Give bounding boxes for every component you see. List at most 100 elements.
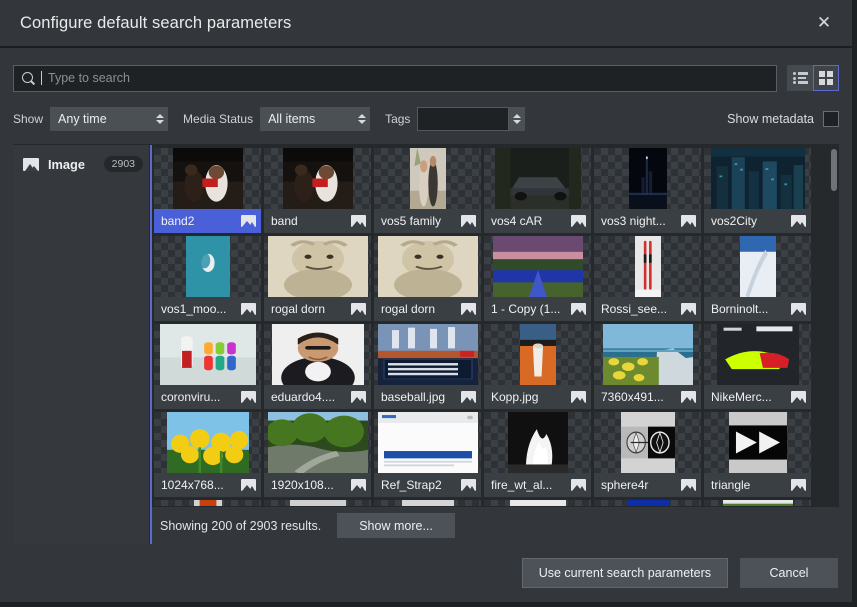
grid-item-caption[interactable]: fire_wt_al...: [484, 473, 591, 497]
grid-item-caption[interactable]: rogal dorn: [374, 297, 481, 321]
grid-item-thumbnail[interactable]: [484, 236, 591, 297]
grid-item-thumbnail[interactable]: [704, 324, 811, 385]
grid-item-thumbnail[interactable]: [484, 412, 591, 473]
grid-item-caption[interactable]: Ref_Strap2: [374, 473, 481, 497]
grid-item-thumbnail[interactable]: [154, 324, 261, 385]
grid-item-caption[interactable]: baseball.jpg: [374, 385, 481, 409]
grid-item[interactable]: band: [264, 148, 371, 233]
grid-item[interactable]: coronviru...: [154, 324, 261, 409]
grid-item[interactable]: vos1_moo...: [154, 236, 261, 321]
show-metadata-checkbox[interactable]: [823, 111, 839, 127]
grid-item-caption[interactable]: coronviru...: [154, 385, 261, 409]
grid-item[interactable]: vos5 family: [374, 148, 481, 233]
grid-item-caption[interactable]: Rossi_see...: [594, 297, 701, 321]
grid-item[interactable]: [594, 500, 701, 506]
grid-item-thumbnail[interactable]: [704, 236, 811, 297]
grid-item-thumbnail[interactable]: [154, 148, 261, 209]
grid-item[interactable]: vos3 night...: [594, 148, 701, 233]
grid-item[interactable]: eduardo4....: [264, 324, 371, 409]
grid-item[interactable]: Borninolt...: [704, 236, 811, 321]
sidebar-item-image[interactable]: Image 2903: [13, 151, 149, 177]
grid-item-thumbnail[interactable]: [154, 236, 261, 297]
grid-item[interactable]: 7360x491...: [594, 324, 701, 409]
grid-item[interactable]: vos2City: [704, 148, 811, 233]
grid-item-caption[interactable]: vos1_moo...: [154, 297, 261, 321]
tags-spinner[interactable]: [509, 107, 526, 131]
grid-item[interactable]: fire_wt_al...: [484, 412, 591, 497]
grid-item[interactable]: vos4 cAR: [484, 148, 591, 233]
grid-item[interactable]: 1024x768...: [154, 412, 261, 497]
grid-item-thumbnail[interactable]: [484, 148, 591, 209]
grid-item[interactable]: [484, 500, 591, 506]
grid-item-thumbnail[interactable]: [704, 148, 811, 209]
grid-item-thumbnail[interactable]: [594, 412, 701, 473]
grid-item-thumbnail[interactable]: [594, 148, 701, 209]
grid-item[interactable]: baseball.jpg: [374, 324, 481, 409]
grid-item[interactable]: NikeMerc...: [704, 324, 811, 409]
list-view-button[interactable]: [787, 65, 813, 91]
grid-item-thumbnail[interactable]: [704, 500, 811, 506]
grid-item-thumbnail[interactable]: [264, 236, 371, 297]
grid-item[interactable]: sphere4r: [594, 412, 701, 497]
results-scroll-area[interactable]: band2 band vos5 family vos4 cAR vos3 night..…: [152, 145, 839, 506]
show-more-button[interactable]: Show more...: [337, 513, 455, 538]
grid-item-thumbnail[interactable]: [594, 500, 701, 506]
grid-item[interactable]: rogal dorn: [264, 236, 371, 321]
grid-item-thumbnail[interactable]: [154, 500, 261, 506]
grid-item-caption[interactable]: 1024x768...: [154, 473, 261, 497]
grid-item-thumbnail[interactable]: [374, 148, 481, 209]
grid-item-caption[interactable]: sphere4r: [594, 473, 701, 497]
grid-item-caption[interactable]: 1 - Copy (1...: [484, 297, 591, 321]
grid-item-caption[interactable]: vos2City: [704, 209, 811, 233]
grid-item-thumbnail[interactable]: [594, 324, 701, 385]
grid-item-thumbnail[interactable]: [594, 236, 701, 297]
grid-item-caption[interactable]: 7360x491...: [594, 385, 701, 409]
grid-item-caption[interactable]: triangle: [704, 473, 811, 497]
grid-item-thumbnail[interactable]: [264, 148, 371, 209]
grid-item-thumbnail[interactable]: [264, 324, 371, 385]
grid-item-thumbnail[interactable]: [374, 500, 481, 506]
grid-item-thumbnail[interactable]: [264, 500, 371, 506]
grid-item[interactable]: triangle: [704, 412, 811, 497]
grid-item-caption[interactable]: NikeMerc...: [704, 385, 811, 409]
grid-item-caption[interactable]: 1920x108...: [264, 473, 371, 497]
media-status-dropdown[interactable]: All items: [260, 107, 371, 131]
cancel-button[interactable]: Cancel: [740, 558, 838, 588]
grid-item[interactable]: [704, 500, 811, 506]
close-icon[interactable]: ✕: [804, 3, 844, 43]
grid-item-caption[interactable]: vos5 family: [374, 209, 481, 233]
grid-item[interactable]: [374, 500, 481, 506]
grid-item[interactable]: Kopp.jpg: [484, 324, 591, 409]
grid-item[interactable]: band2: [154, 148, 261, 233]
grid-item-caption[interactable]: vos3 night...: [594, 209, 701, 233]
grid-item-caption[interactable]: vos4 cAR: [484, 209, 591, 233]
grid-item-thumbnail[interactable]: [374, 236, 481, 297]
grid-view-button[interactable]: [813, 65, 839, 91]
results-scrollbar[interactable]: [831, 149, 837, 506]
use-current-search-parameters-button[interactable]: Use current search parameters: [521, 558, 728, 588]
grid-item-thumbnail[interactable]: [484, 500, 591, 506]
grid-item-caption[interactable]: band: [264, 209, 371, 233]
grid-item[interactable]: [264, 500, 371, 506]
grid-item[interactable]: 1920x108...: [264, 412, 371, 497]
grid-item[interactable]: Ref_Strap2: [374, 412, 481, 497]
grid-item-caption[interactable]: rogal dorn: [264, 297, 371, 321]
grid-item-caption[interactable]: Kopp.jpg: [484, 385, 591, 409]
grid-item-caption[interactable]: eduardo4....: [264, 385, 371, 409]
grid-item-thumbnail[interactable]: [374, 324, 481, 385]
show-dropdown[interactable]: Any time: [50, 107, 169, 131]
grid-item-caption[interactable]: Borninolt...: [704, 297, 811, 321]
grid-item-thumbnail[interactable]: [374, 412, 481, 473]
search-input[interactable]: Type to search: [13, 64, 777, 92]
tags-input[interactable]: [417, 107, 510, 131]
grid-item-caption[interactable]: band2: [154, 209, 261, 233]
grid-item-thumbnail[interactable]: [484, 324, 591, 385]
grid-item[interactable]: rogal dorn: [374, 236, 481, 321]
grid-item[interactable]: 1 - Copy (1...: [484, 236, 591, 321]
grid-item-thumbnail[interactable]: [704, 412, 811, 473]
grid-item-thumbnail[interactable]: [264, 412, 371, 473]
grid-item[interactable]: Rossi_see...: [594, 236, 701, 321]
grid-item-thumbnail[interactable]: [154, 412, 261, 473]
grid-item[interactable]: [154, 500, 261, 506]
scrollbar-thumb[interactable]: [831, 149, 837, 191]
